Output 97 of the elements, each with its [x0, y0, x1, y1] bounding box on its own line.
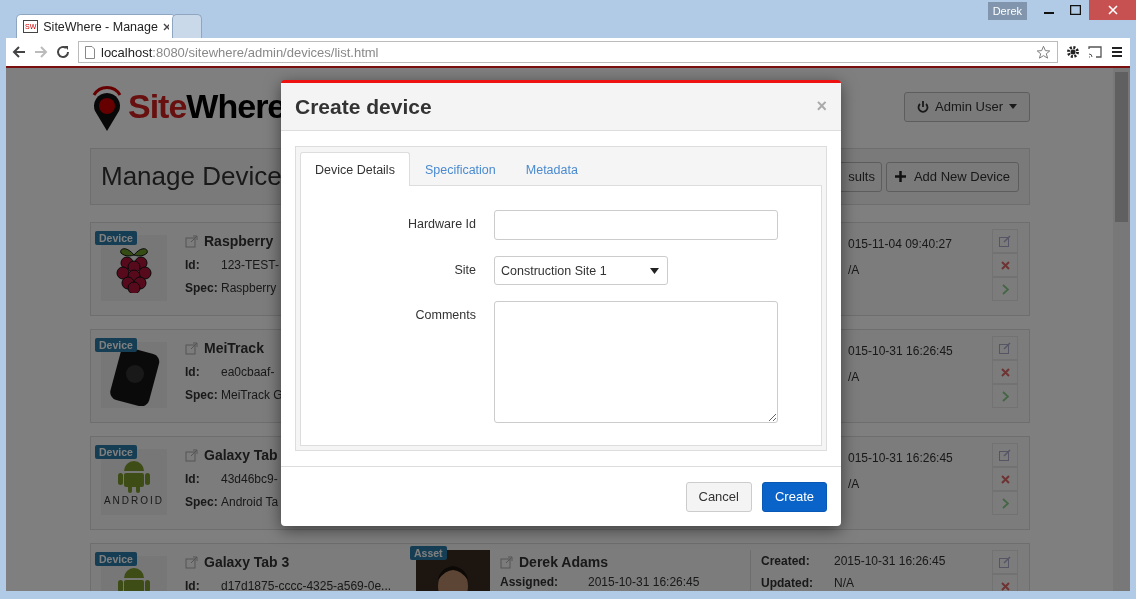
updated-label: Updated:: [761, 576, 814, 590]
chevron-right-icon: [1001, 497, 1009, 509]
comments-field[interactable]: [494, 301, 778, 423]
created-value: 015-11-04 09:40:27: [848, 237, 952, 251]
power-icon: [917, 100, 930, 113]
delete-button[interactable]: [992, 360, 1018, 384]
hardware-id-field[interactable]: [494, 210, 778, 240]
edit-icon: [999, 235, 1011, 247]
cast-icon[interactable]: [1088, 45, 1102, 59]
external-link-icon: [185, 448, 198, 462]
assigned-value: 2015-10-31 16:26:45: [588, 575, 700, 589]
device-badge: Device: [95, 231, 137, 245]
id-value: d17d1875-cccc-4325-a569-0e...: [221, 579, 392, 591]
close-icon: [1000, 367, 1010, 377]
device-title[interactable]: Galaxy Tab: [204, 447, 278, 463]
settings-icon[interactable]: [1066, 45, 1080, 59]
id-value: 43d46bc9-: [221, 472, 278, 486]
created-value: 015-10-31 16:26:45: [848, 344, 953, 358]
forward-arrow-icon[interactable]: [34, 45, 48, 59]
field-label: Comments: [414, 307, 476, 322]
edit-button[interactable]: [992, 336, 1018, 360]
android-caption: ANDROID: [103, 495, 165, 506]
open-button[interactable]: [992, 491, 1018, 515]
dialog-tab[interactable]: Metadata: [510, 152, 593, 186]
chevron-right-icon: [1001, 283, 1009, 295]
address-bar[interactable]: localhost:8080/sitewhere/admin/devices/list.html: [78, 41, 1058, 63]
external-link-icon: [185, 555, 198, 569]
edit-button[interactable]: [992, 550, 1018, 574]
dialog-tab[interactable]: Specification: [409, 152, 511, 186]
dialog-tab[interactable]: Device Details: [300, 152, 410, 186]
created-label: Created:: [761, 554, 811, 568]
updated-value: N/A: [834, 576, 854, 590]
edit-icon: [999, 449, 1011, 461]
site-select[interactable]: Construction Site 1: [494, 256, 668, 285]
spec-label: Spec:: [185, 281, 219, 295]
id-value: ea0cbaaf-: [221, 365, 275, 379]
user-menu-button[interactable]: Admin User: [904, 91, 1030, 122]
caret-icon: [650, 267, 659, 274]
edit-icon: [999, 342, 1011, 354]
spec-value: Android Ta: [221, 495, 279, 509]
url-text: localhost:8080/sitewhere/admin/devices/list.html: [101, 44, 379, 60]
close-icon[interactable]: [162, 22, 169, 31]
create-button[interactable]: Create: [761, 481, 827, 512]
device-badge: Device: [95, 445, 137, 459]
id-value: 123-TEST-: [221, 258, 280, 272]
assigned-label: Assigned:: [500, 575, 559, 589]
profile-badge[interactable]: Derek: [987, 2, 1027, 20]
close-icon: [1000, 474, 1010, 484]
field-label: Site: [453, 262, 476, 277]
field-label: Hardware Id: [406, 216, 476, 231]
spec-label: Spec:: [185, 388, 219, 402]
external-link-icon: [185, 234, 198, 248]
chevron-right-icon: [1001, 390, 1009, 402]
edit-icon: [999, 556, 1011, 568]
page-icon: [85, 45, 95, 59]
spec-value: Raspberry: [221, 281, 277, 295]
star-icon[interactable]: [1036, 44, 1051, 60]
dialog-title: Create device: [295, 94, 432, 119]
close-button[interactable]: ×: [816, 96, 827, 117]
device-title[interactable]: Galaxy Tab 3: [204, 554, 290, 570]
open-button[interactable]: [992, 384, 1018, 408]
device-title[interactable]: Raspberry: [204, 233, 274, 249]
asset-title[interactable]: Derek Adams: [519, 554, 608, 570]
delete-button[interactable]: [992, 467, 1018, 491]
cancel-button[interactable]: Cancel: [685, 481, 752, 512]
open-button[interactable]: [992, 277, 1018, 301]
updated-value: /A: [848, 477, 860, 491]
device-badge: Device: [95, 338, 137, 352]
id-label: Id:: [185, 579, 201, 591]
device-title[interactable]: MeiTrack: [204, 340, 264, 356]
back-arrow-icon[interactable]: [12, 45, 26, 59]
external-link-icon: [500, 555, 513, 569]
add-device-button[interactable]: Add New Device: [885, 161, 1019, 192]
asset-badge: Asset: [410, 546, 447, 560]
id-label: Id:: [185, 365, 201, 379]
caret-icon: [1009, 104, 1017, 109]
id-label: Id:: [185, 258, 201, 272]
updated-value: /A: [848, 263, 860, 277]
close-icon: [1000, 260, 1010, 270]
created-value: 015-10-31 16:26:45: [848, 451, 953, 465]
spec-label: Spec:: [185, 495, 219, 509]
created-value: 2015-10-31 16:26:45: [834, 554, 946, 568]
edit-button[interactable]: [992, 443, 1018, 467]
delete-button[interactable]: [992, 253, 1018, 277]
scrollbar[interactable]: [1113, 68, 1130, 591]
id-label: Id:: [185, 472, 201, 486]
logo: SiteWhere: [90, 82, 286, 131]
plus-icon: [894, 171, 906, 182]
menu-icon[interactable]: [1110, 45, 1124, 59]
delete-button[interactable]: [992, 574, 1018, 591]
page-title: Manage Device: [101, 161, 282, 192]
updated-value: /A: [848, 370, 860, 384]
reload-icon[interactable]: [56, 45, 70, 59]
edit-button[interactable]: [992, 229, 1018, 253]
external-link-icon: [185, 341, 198, 355]
device-badge: Device: [95, 552, 137, 566]
close-icon: [1000, 581, 1010, 591]
